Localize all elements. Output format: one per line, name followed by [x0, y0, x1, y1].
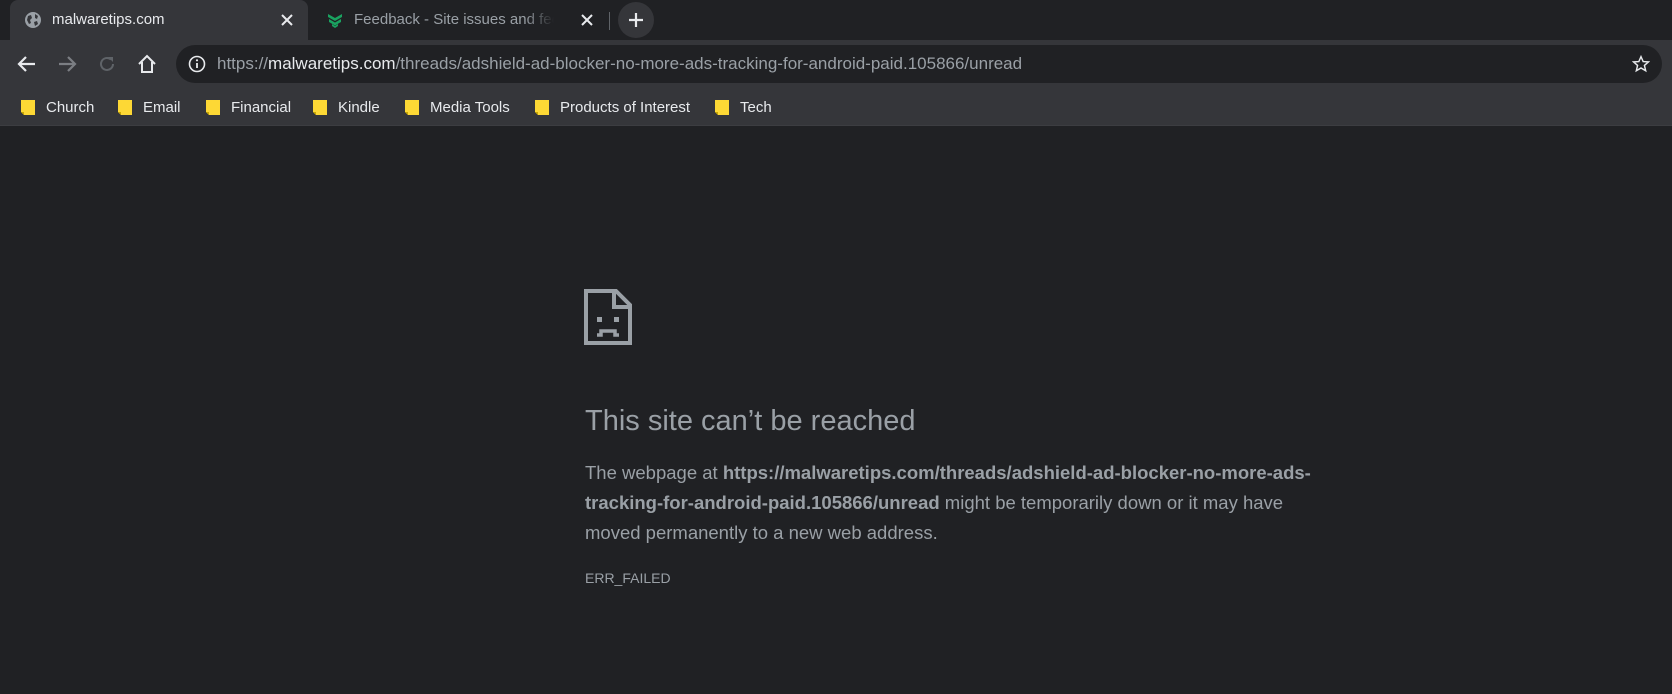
tab-strip: malwaretips.com Feedback - Site issues a… — [0, 0, 1672, 40]
bookmark-label: Financial — [231, 98, 292, 116]
folder-icon — [312, 98, 328, 116]
forward-button[interactable] — [53, 50, 81, 78]
forward-arrow-icon — [59, 56, 77, 72]
home-button[interactable] — [133, 50, 161, 78]
tab-feedback[interactable]: Feedback - Site issues and feedback — [312, 0, 608, 40]
bookmark-label: Tech — [740, 98, 772, 116]
browser-window: malwaretips.com Feedback - Site issues a… — [0, 0, 1672, 694]
back-arrow-icon — [17, 56, 35, 72]
url-scheme: https:// — [217, 54, 269, 73]
error-desc-prefix: The webpage at — [585, 462, 723, 483]
tab-title: malwaretips.com — [52, 11, 165, 28]
tab-close-icon[interactable] — [278, 11, 296, 29]
bookmarks-bar: Church Email Financial Kindle Media Tool… — [0, 88, 1672, 126]
error-page: This site can’t be reached The webpage a… — [0, 127, 1672, 694]
bookmark-folder-email[interactable]: Email — [117, 95, 181, 119]
bookmark-label: Church — [46, 98, 95, 116]
bookmark-folder-church[interactable]: Church — [20, 95, 94, 119]
error-title: This site can’t be reached — [585, 405, 916, 437]
bookmark-folder-financial[interactable]: Financial — [205, 95, 291, 119]
bookmark-folder-kindle[interactable]: Kindle — [312, 95, 380, 119]
bookmark-label: Email — [143, 98, 181, 116]
sad-page-icon — [584, 289, 632, 345]
toolbar: https://malwaretips.com/threads/adshield… — [0, 40, 1672, 88]
info-icon[interactable] — [188, 55, 206, 73]
folder-icon — [205, 98, 221, 116]
url-path: /threads/adshield-ad-blocker-no-more-ads… — [395, 54, 1023, 73]
tab-malwaretips[interactable]: malwaretips.com — [10, 0, 308, 40]
globe-icon — [24, 11, 42, 29]
bookmark-label: Products of Interest — [560, 98, 691, 116]
back-button[interactable] — [13, 50, 41, 78]
url-text[interactable]: https://malwaretips.com/threads/adshield… — [217, 55, 1022, 73]
folder-icon — [117, 98, 133, 116]
tab-close-icon[interactable] — [578, 11, 596, 29]
tab-title: Feedback - Site issues and feedback — [354, 11, 554, 28]
new-tab-button[interactable] — [618, 2, 654, 38]
home-icon — [138, 54, 156, 73]
folder-icon — [534, 98, 550, 116]
plus-icon — [629, 13, 643, 27]
bookmark-label: Media Tools — [430, 98, 510, 116]
bookmark-label: Kindle — [338, 98, 380, 116]
tab-separator — [609, 12, 610, 30]
error-description: The webpage at https://malwaretips.com/t… — [585, 458, 1335, 548]
reload-button[interactable] — [93, 50, 121, 78]
bookmark-folder-media-tools[interactable]: Media Tools — [404, 95, 510, 119]
url-host: malwaretips.com — [268, 54, 396, 73]
malwaretips-logo-icon — [326, 11, 344, 29]
bookmark-folder-tech[interactable]: Tech — [714, 95, 772, 119]
reload-icon — [100, 56, 114, 71]
address-bar[interactable]: https://malwaretips.com/threads/adshield… — [176, 45, 1662, 83]
folder-icon — [20, 98, 36, 116]
bookmark-star-icon[interactable] — [1632, 54, 1650, 73]
error-code: ERR_FAILED — [585, 570, 671, 586]
folder-icon — [714, 98, 730, 116]
folder-icon — [404, 98, 420, 116]
bookmark-folder-products-of-interest[interactable]: Products of Interest — [534, 95, 690, 119]
